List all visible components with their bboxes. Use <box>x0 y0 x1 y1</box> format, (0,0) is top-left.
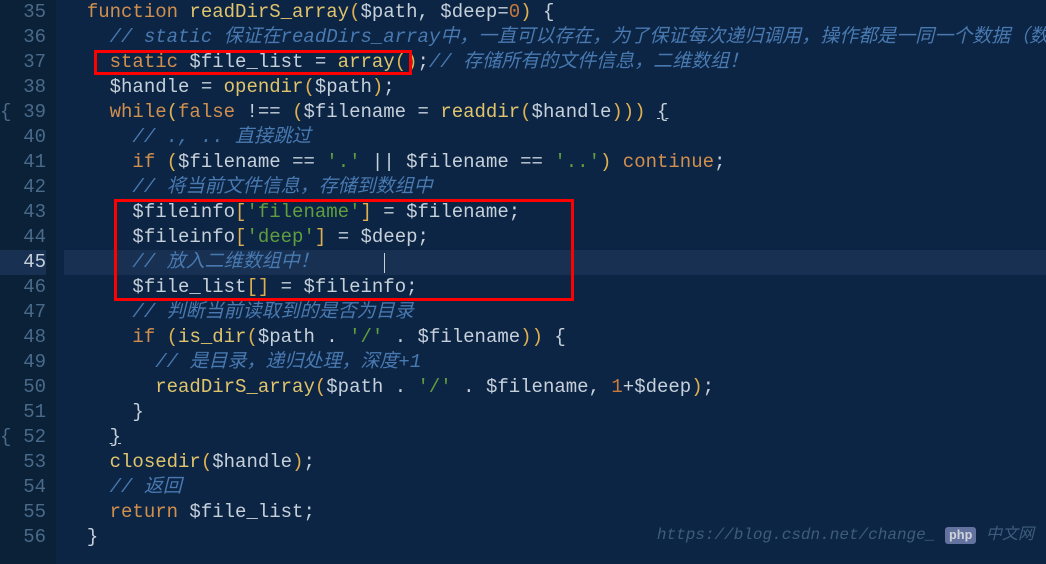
code-line: // 返回 <box>64 475 1046 500</box>
watermark-logo: php <box>945 527 976 544</box>
code-line: // static 保证在readDirs_array中，一直可以存在，为了保证… <box>64 25 1046 50</box>
code-line: readDirS_array($path . '/' . $filename, … <box>64 375 1046 400</box>
code-line: $handle = opendir($path); <box>64 75 1046 100</box>
code-line: // 是目录，递归处理，深度+1 <box>64 350 1046 375</box>
line-number: 36 <box>0 25 46 50</box>
code-line: // 判断当前读取到的是否为目录 <box>64 300 1046 325</box>
code-line: static $file_list = array();// 存储所有的文件信息… <box>64 50 1046 75</box>
line-number: 54 <box>0 475 46 500</box>
line-number: 55 <box>0 500 46 525</box>
code-editor[interactable]: 35 36 37 38 {39 40 41 42 43 44 45 46 47 … <box>0 0 1046 564</box>
line-number: 48 <box>0 325 46 350</box>
line-number: 56 <box>0 525 46 550</box>
watermark-text: https://blog.csdn.net/change_ <box>657 526 935 544</box>
code-line: // 将当前文件信息，存储到数组中 <box>64 175 1046 200</box>
watermark-tail: 中文网 <box>986 526 1034 544</box>
code-line: while(false !== ($filename = readdir($ha… <box>64 100 1046 125</box>
line-number: 42 <box>0 175 46 200</box>
code-line: $file_list[] = $fileinfo; <box>64 275 1046 300</box>
line-number-gutter: 35 36 37 38 {39 40 41 42 43 44 45 46 47 … <box>0 0 56 564</box>
code-line: return $file_list; <box>64 500 1046 525</box>
line-number: {52 <box>0 425 46 450</box>
text-cursor <box>384 253 385 273</box>
watermark: https://blog.csdn.net/change_ php 中文网 <box>657 523 1034 548</box>
brace-indicator: { <box>0 100 11 125</box>
code-line: } <box>64 400 1046 425</box>
code-line: closedir($handle); <box>64 450 1046 475</box>
code-line: if (is_dir($path . '/' . $filename)) { <box>64 325 1046 350</box>
code-line: } <box>64 425 1046 450</box>
code-line: // ., .. 直接跳过 <box>64 125 1046 150</box>
code-line: function readDirS_array($path, $deep=0) … <box>64 0 1046 25</box>
line-number-current: 45 <box>0 250 46 275</box>
code-line: $fileinfo['deep'] = $deep; <box>64 225 1046 250</box>
line-number: 51 <box>0 400 46 425</box>
line-number: 49 <box>0 350 46 375</box>
line-number: 38 <box>0 75 46 100</box>
line-number: 47 <box>0 300 46 325</box>
code-line-current: // 放入二维数组中！ <box>64 250 1046 275</box>
code-line: if ($filename == '.' || $filename == '..… <box>64 150 1046 175</box>
line-number: 53 <box>0 450 46 475</box>
line-number: 50 <box>0 375 46 400</box>
line-number: 46 <box>0 275 46 300</box>
line-number: 35 <box>0 0 46 25</box>
line-number: 44 <box>0 225 46 250</box>
line-number: 40 <box>0 125 46 150</box>
line-number: 37 <box>0 50 46 75</box>
line-number: 41 <box>0 150 46 175</box>
code-line: $fileinfo['filename'] = $filename; <box>64 200 1046 225</box>
line-number: 43 <box>0 200 46 225</box>
line-number: {39 <box>0 100 46 125</box>
brace-indicator: { <box>0 425 11 450</box>
code-area[interactable]: function readDirS_array($path, $deep=0) … <box>56 0 1046 564</box>
